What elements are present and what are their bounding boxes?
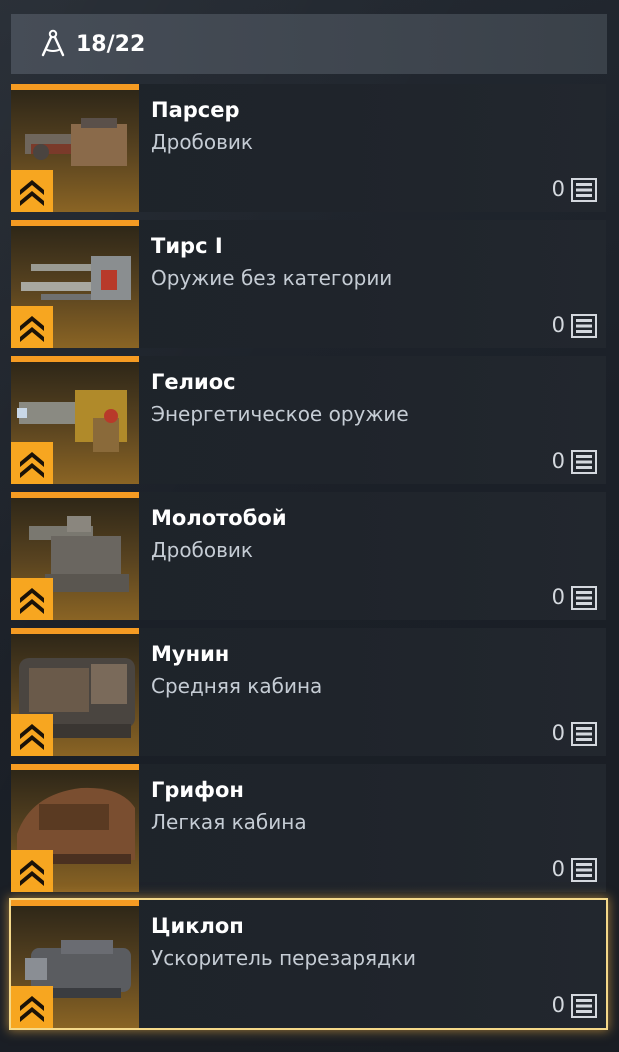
list-item-7[interactable]: Циклоп Ускоритель перезарядки 0 (11, 900, 607, 1028)
rank-chevron-icon (11, 714, 53, 756)
item-title: Грифон (151, 778, 244, 802)
blueprint-counter: 18/22 (76, 31, 146, 57)
rank-chevron-icon (11, 578, 53, 620)
list-item-6[interactable]: Грифон Легкая кабина 0 (11, 764, 607, 892)
item-category: Оружие без категории (151, 266, 393, 290)
list-item-5[interactable]: Мунин Средняя кабина 0 (11, 628, 607, 756)
rarity-bar (11, 356, 139, 362)
rank-chevron-icon (11, 306, 53, 348)
item-title: Циклоп (151, 914, 244, 938)
rarity-bar (11, 220, 139, 226)
rank-chevron-icon (11, 442, 53, 484)
stack-icon (571, 178, 597, 202)
item-category: Дробовик (151, 130, 253, 154)
item-category: Энергетическое оружие (151, 402, 409, 426)
rank-chevron-icon (11, 170, 53, 212)
list-item-2[interactable]: Тирс I Оружие без категории 0 (11, 220, 607, 348)
item-title: Молотобой (151, 506, 287, 530)
list-item-4[interactable]: Молотобой Дробовик 0 (11, 492, 607, 620)
list-item-1[interactable]: Парсер Дробовик 0 (11, 84, 607, 212)
stack-icon (571, 450, 597, 474)
stack-icon (571, 722, 597, 746)
item-count: 0 (551, 449, 565, 473)
item-category: Легкая кабина (151, 810, 307, 834)
rarity-bar (11, 764, 139, 770)
rank-chevron-icon (11, 986, 53, 1028)
item-count: 0 (551, 313, 565, 337)
stack-icon (571, 586, 597, 610)
item-category: Средняя кабина (151, 674, 323, 698)
item-title: Тирс I (151, 234, 223, 258)
compass-icon (41, 29, 65, 57)
blueprint-counter-bar: 18/22 (11, 14, 607, 74)
rarity-bar (11, 492, 139, 498)
item-category: Ускоритель перезарядки (151, 946, 416, 970)
stack-icon (571, 994, 597, 1018)
stack-icon (571, 858, 597, 882)
item-count: 0 (551, 585, 565, 609)
item-count: 0 (551, 721, 565, 745)
rarity-bar (11, 628, 139, 634)
item-title: Мунин (151, 642, 230, 666)
item-count: 0 (551, 177, 565, 201)
stack-icon (571, 314, 597, 338)
list-item-3[interactable]: Гелиос Энергетическое оружие 0 (11, 356, 607, 484)
rarity-bar (11, 84, 139, 90)
item-title: Гелиос (151, 370, 236, 394)
rarity-bar (11, 900, 139, 906)
item-count: 0 (551, 993, 565, 1017)
item-title: Парсер (151, 98, 240, 122)
rank-chevron-icon (11, 850, 53, 892)
item-category: Дробовик (151, 538, 253, 562)
item-count: 0 (551, 857, 565, 881)
